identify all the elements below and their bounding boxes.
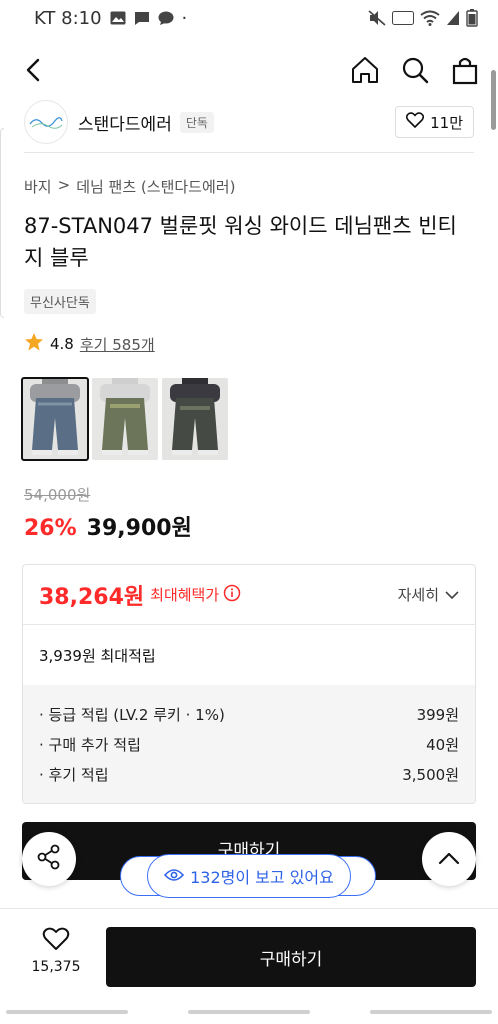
- points-item-value: 40원: [426, 735, 459, 754]
- bottom-action-bar: 15,375 구매하기: [0, 908, 498, 1000]
- wishlist-count: 15,375: [31, 959, 81, 975]
- points-item: · 후기 적립 3,500원: [39, 759, 459, 789]
- brand-likes-count: 11만: [430, 113, 463, 132]
- carrier-time: KT 8:10: [34, 7, 102, 29]
- status-bar: KT 8:10 ·: [0, 0, 498, 36]
- message-icon: [134, 11, 150, 26]
- max-benefit-label-wrap: 최대혜택가: [150, 584, 241, 606]
- buy-button-label: 구매하기: [259, 949, 323, 970]
- brand-divider: [24, 152, 474, 153]
- max-points: 3,939원 최대적립: [39, 646, 156, 665]
- viewers-text: 132명이 보고 있어요: [190, 868, 334, 887]
- breadcrumb-category[interactable]: 바지: [24, 176, 52, 197]
- battery-icon: [466, 9, 478, 27]
- heart-icon: [406, 112, 425, 132]
- eye-icon: [164, 867, 185, 886]
- chevron-down-icon: [445, 586, 459, 604]
- share-button[interactable]: [22, 832, 76, 886]
- wifi-icon: [420, 10, 440, 26]
- points-item-label: · 등급 적립 (LV.2 루키 · 1%): [39, 705, 225, 724]
- exclusive-badge: 단독: [179, 111, 214, 133]
- detail-label: 자세히: [397, 586, 439, 604]
- brand-like-button[interactable]: 11만: [395, 106, 474, 138]
- sale-price: 39,900원: [86, 516, 192, 541]
- buy-button[interactable]: 구매하기: [106, 927, 476, 987]
- breadcrumb-subcategory[interactable]: 데님 팬츠 (스탠다드에러): [76, 176, 235, 197]
- thumbnail-vintage-blue[interactable]: [21, 377, 89, 461]
- star-icon: [24, 332, 44, 356]
- points-item-value: 3,500원: [402, 765, 459, 784]
- viewers-pill: 132명이 보고 있어요: [147, 854, 351, 898]
- back-icon[interactable]: [16, 53, 50, 87]
- breadcrumb: 바지 > 데님 팬츠 (스탠다드에러): [24, 176, 235, 197]
- benefit-box: 38,264원 최대혜택가 자세히 3,939원 최대적립 · 등급 적립 (L…: [22, 564, 476, 804]
- color-thumbnails: [21, 377, 228, 461]
- max-benefit-header[interactable]: 38,264원 최대혜택가 자세히: [23, 565, 475, 625]
- gesture-handle[interactable]: [6, 1010, 128, 1014]
- review-count-link[interactable]: 후기 585개: [80, 334, 155, 355]
- points-breakdown: · 등급 적립 (LV.2 루키 · 1%) 399원 · 구매 추가 적립 4…: [23, 685, 475, 803]
- exclusive-tag: 무신사단독: [24, 289, 96, 314]
- gallery-icon: [110, 11, 126, 25]
- brand-name[interactable]: 스탠다드에러: [78, 110, 172, 135]
- thumbnail-vintage-black[interactable]: [162, 378, 228, 460]
- product-title: 87-STAN047 벌룬핏 워싱 와이드 데님팬츠 빈티지 블루: [24, 214, 457, 270]
- status-right: [368, 9, 478, 27]
- max-benefit-label: 최대혜택가: [150, 586, 220, 604]
- rating-row: 4.8 후기 585개: [24, 332, 155, 356]
- gesture-handle[interactable]: [188, 1010, 310, 1014]
- hd-icon: [392, 11, 414, 25]
- signal-icon: [446, 10, 460, 26]
- points-item-label: · 후기 적립: [39, 765, 109, 784]
- points-item: · 구매 추가 적립 40원: [39, 729, 459, 759]
- detail-toggle[interactable]: 자세히: [398, 584, 459, 605]
- info-icon[interactable]: [223, 584, 241, 606]
- sale-price-row: 26% 39,900원: [24, 510, 192, 542]
- top-actions: [348, 53, 482, 87]
- scroll-top-button[interactable]: [422, 832, 476, 886]
- mute-icon: [368, 10, 386, 26]
- rating-value: 4.8: [50, 335, 74, 353]
- max-benefit-price: 38,264원: [39, 584, 145, 610]
- home-icon[interactable]: [348, 53, 382, 87]
- wishlist-button[interactable]: 15,375: [26, 927, 86, 975]
- share-icon: [36, 844, 62, 874]
- chevron-up-icon: [438, 850, 460, 869]
- system-navigation-bar: [0, 1000, 498, 1024]
- brand-row[interactable]: 스탠다드에러 단독 11만: [0, 92, 498, 152]
- status-dot: ·: [181, 7, 188, 29]
- status-left: KT 8:10 ·: [34, 8, 187, 29]
- points-item-label: · 구매 추가 적립: [39, 735, 141, 754]
- talk-icon: [158, 11, 174, 26]
- discount-rate: 26%: [24, 516, 77, 541]
- cart-icon[interactable]: [448, 53, 482, 87]
- heart-icon: [42, 927, 70, 955]
- thumbnail-vintage-green[interactable]: [92, 378, 158, 460]
- points-item: · 등급 적립 (LV.2 루키 · 1%) 399원: [39, 699, 459, 729]
- brand-logo: [24, 100, 68, 144]
- original-price: 54,000원: [24, 486, 91, 504]
- gesture-handle[interactable]: [370, 1010, 492, 1014]
- search-icon[interactable]: [398, 53, 432, 87]
- side-panel-edge: [0, 128, 4, 318]
- max-points-row: 3,939원 최대적립: [23, 625, 475, 685]
- points-item-value: 399원: [416, 705, 459, 724]
- breadcrumb-separator: >: [57, 176, 71, 194]
